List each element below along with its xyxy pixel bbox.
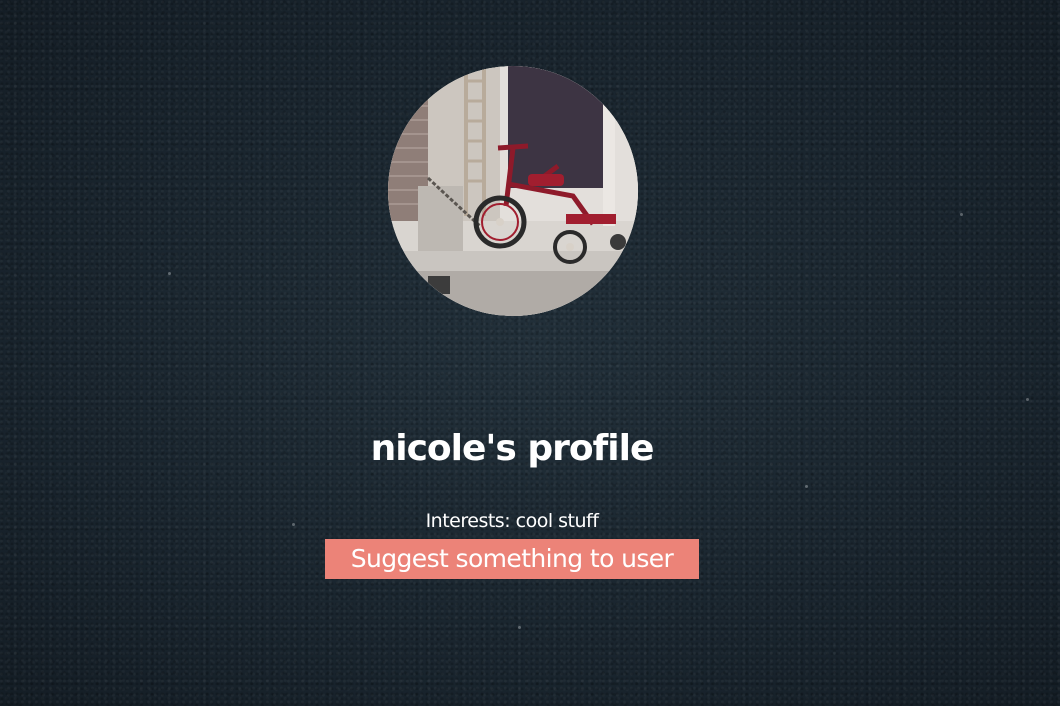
interests-text: Interests: cool stuff bbox=[425, 510, 599, 532]
background-speck bbox=[518, 626, 521, 629]
suggest-button[interactable]: Suggest something to user bbox=[325, 539, 699, 579]
tricycle-photo-icon bbox=[388, 66, 638, 316]
background-speck bbox=[1026, 398, 1029, 401]
profile-avatar bbox=[388, 66, 638, 316]
background-speck bbox=[805, 485, 808, 488]
background-speck bbox=[960, 213, 963, 216]
background-speck bbox=[168, 272, 171, 275]
page-title: nicole's profile bbox=[370, 428, 655, 470]
